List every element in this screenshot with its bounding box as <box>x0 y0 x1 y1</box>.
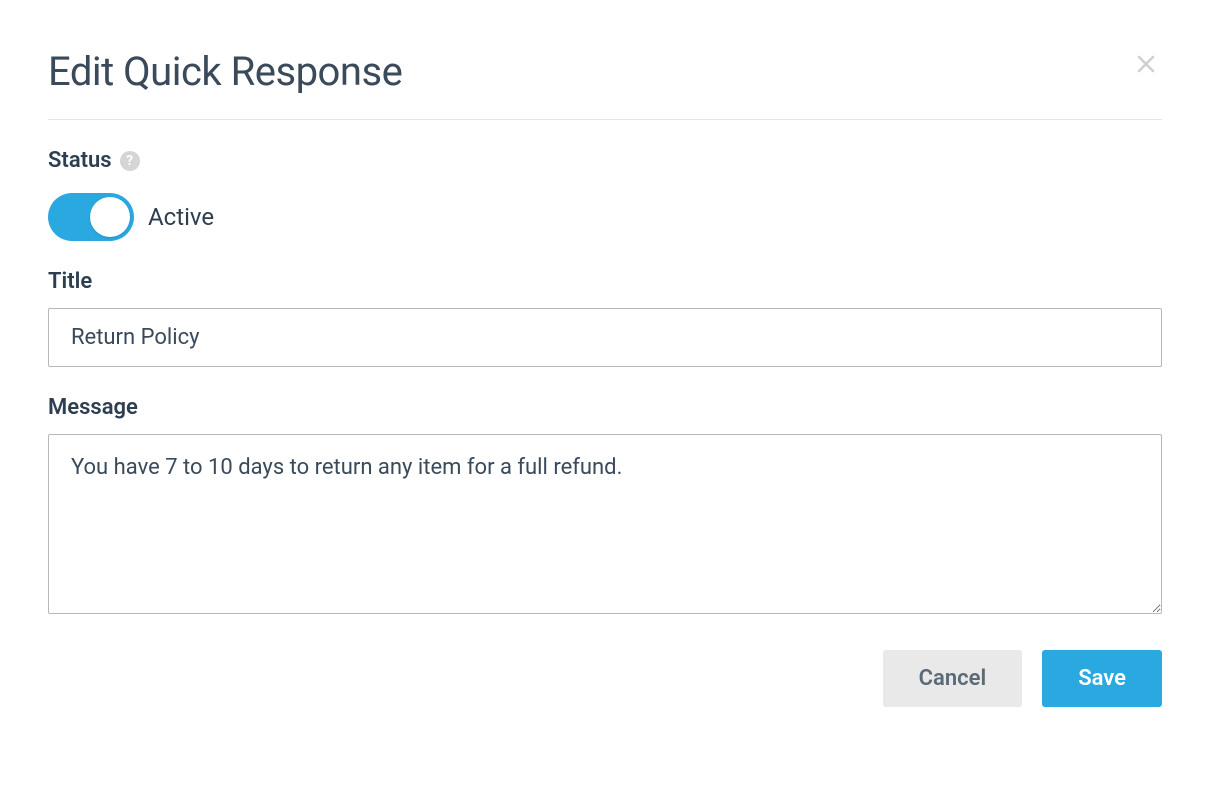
status-toggle-row: Active <box>48 193 1162 241</box>
status-toggle-label: Active <box>148 203 214 231</box>
cancel-button[interactable]: Cancel <box>883 650 1023 707</box>
title-label: Title <box>48 269 92 294</box>
button-row: Cancel Save <box>48 650 1162 707</box>
modal-title: Edit Quick Response <box>48 48 402 95</box>
status-label-row: Status ? <box>48 148 1162 173</box>
message-label-row: Message <box>48 395 1162 420</box>
message-section: Message <box>48 395 1162 618</box>
close-icon <box>1134 64 1158 79</box>
close-button[interactable] <box>1130 48 1162 82</box>
title-section: Title <box>48 269 1162 367</box>
help-icon[interactable]: ? <box>120 151 140 171</box>
modal-header: Edit Quick Response <box>48 48 1162 120</box>
status-toggle[interactable] <box>48 193 134 241</box>
status-label: Status <box>48 148 112 173</box>
message-textarea[interactable] <box>48 434 1162 614</box>
toggle-knob <box>90 197 130 237</box>
save-button[interactable]: Save <box>1042 650 1162 707</box>
title-input[interactable] <box>48 308 1162 367</box>
title-label-row: Title <box>48 269 1162 294</box>
edit-quick-response-modal: Edit Quick Response Status ? Active Titl… <box>48 48 1162 707</box>
status-section: Status ? Active <box>48 148 1162 241</box>
message-label: Message <box>48 395 138 420</box>
